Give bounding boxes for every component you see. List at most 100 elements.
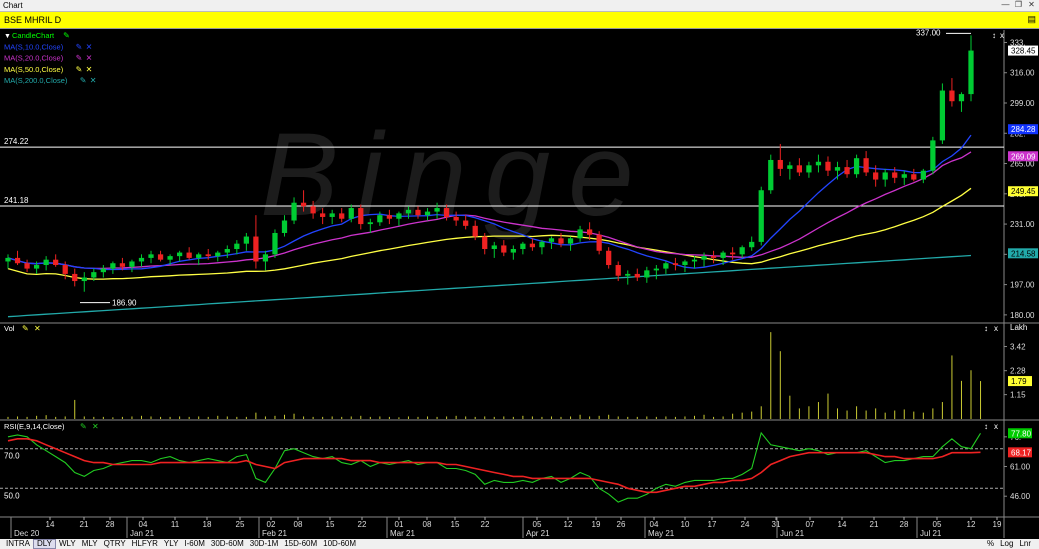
legend-collapse-icon: ▼: [4, 33, 11, 40]
x-month-label: Jul 21: [920, 529, 942, 538]
low-annotation-label: 186.90: [112, 299, 137, 308]
candle-body: [529, 243, 536, 248]
candle-body: [586, 229, 593, 235]
period-button-hlfyr[interactable]: HLFYR: [129, 539, 161, 549]
candle-body: [901, 174, 907, 178]
candle-body: [873, 172, 879, 180]
candle-body: [358, 208, 364, 225]
candle-body: [930, 140, 936, 171]
period-button-10d-60m[interactable]: 10D-60M: [320, 539, 359, 549]
scale-button-log[interactable]: Log: [997, 539, 1016, 549]
x-day-label: 04: [650, 520, 659, 529]
x-day-label: 05: [533, 520, 542, 529]
x-month-label: Jan 21: [130, 529, 155, 538]
vol-badge-label: 1.79: [1011, 377, 1027, 386]
price-level-label: 241.18: [4, 196, 29, 205]
period-button-mly[interactable]: MLY: [79, 539, 101, 549]
candle-body: [119, 263, 126, 267]
price-tick-label: 299.00: [1010, 99, 1035, 108]
x-month-label: May 21: [648, 529, 675, 538]
rsi-panel-close-icon: x: [994, 422, 998, 431]
x-day-label: 21: [80, 520, 89, 529]
legend-remove-icon: ✕: [90, 76, 97, 85]
price-tick-label: 197.00: [1010, 281, 1035, 290]
vol-tick-label: 3.42: [1010, 343, 1026, 352]
vol-unit-label: Lakh: [1010, 323, 1027, 332]
candle-body: [834, 167, 841, 171]
candle-body: [186, 252, 192, 258]
candle-body: [777, 159, 783, 169]
x-day-label: 26: [617, 520, 626, 529]
candle-body: [730, 252, 736, 255]
candle-body: [863, 158, 869, 173]
period-toolbar: INTRA DLY WLY MLY QTRY HLFYR YLY I-60M 30D-60M 30…: [0, 539, 1039, 549]
candle-body: [157, 254, 164, 260]
candle-body: [539, 241, 545, 248]
candle-body: [53, 259, 59, 266]
period-button-yly[interactable]: YLY: [161, 539, 182, 549]
legend-item-label: MA(S,200.0,Close): [4, 76, 68, 85]
scale-button-lnr[interactable]: Lnr: [1016, 539, 1034, 549]
period-button-30d-1m[interactable]: 30D-1M: [247, 539, 281, 549]
rsi-edit-icon: ✎: [80, 422, 87, 431]
candle-body: [491, 245, 497, 249]
price-tick-label: 180.00: [1010, 311, 1035, 320]
candle-body: [300, 202, 307, 207]
period-button-30d-60m[interactable]: 30D-60M: [208, 539, 247, 549]
candle-body: [682, 261, 688, 266]
candle-body: [415, 209, 421, 216]
x-day-label: 21: [870, 520, 879, 529]
candle-body: [377, 215, 383, 223]
scale-button-percent[interactable]: %: [984, 539, 997, 549]
candle-body: [672, 263, 679, 266]
candle-body: [367, 222, 373, 225]
period-button-intra[interactable]: INTRA: [3, 539, 33, 549]
x-day-label: 12: [564, 520, 573, 529]
legend-edit-icon: ✎: [76, 54, 83, 63]
x-day-label: 18: [203, 520, 212, 529]
period-button-wly[interactable]: WLY: [56, 539, 79, 549]
price-badge-label: 284.28: [1011, 125, 1036, 134]
x-day-label: 15: [326, 520, 335, 529]
candle-body: [949, 90, 955, 102]
candle-body: [844, 167, 850, 175]
price-tick-label: 316.00: [1010, 69, 1035, 78]
candle-body: [825, 161, 831, 171]
x-day-label: 14: [838, 520, 847, 529]
period-button-i-60m[interactable]: I-60M: [181, 539, 207, 549]
x-day-label: 12: [967, 520, 976, 529]
vol-remove-icon: ✕: [34, 324, 41, 333]
x-day-label: 19: [993, 520, 1002, 529]
candle-body: [701, 256, 707, 260]
rsi-level-label: 50.0: [4, 491, 20, 500]
high-annotation-label: 337.00: [916, 28, 941, 37]
legend-remove-icon: ✕: [86, 54, 93, 63]
candle-body: [129, 261, 135, 267]
candle-body: [386, 215, 393, 219]
candle-body: [482, 236, 488, 249]
candle-body: [720, 252, 726, 258]
period-button-dly[interactable]: DLY: [33, 539, 56, 549]
period-button-15d-60m[interactable]: 15D-60M: [281, 539, 320, 549]
rsi-remove-icon: ✕: [92, 422, 99, 431]
candle-body: [501, 245, 507, 253]
x-day-label: 07: [806, 520, 815, 529]
candle-body: [291, 202, 297, 221]
candle-body: [100, 268, 106, 273]
legend-edit-icon: ✎: [63, 31, 70, 40]
candle-body: [853, 158, 860, 175]
candle-body: [968, 50, 974, 95]
legend-edit-icon: ✎: [76, 42, 83, 51]
legend-item-label: MA(S,20.0,Close): [4, 54, 64, 63]
x-day-label: 10: [681, 520, 690, 529]
rsi-panel-collapse-icon: ↕: [984, 422, 988, 431]
candle-body: [596, 234, 602, 251]
candle-body: [329, 213, 335, 217]
candle-body: [62, 265, 68, 274]
candle-body: [110, 263, 116, 269]
candle-body: [520, 243, 526, 249]
chart-canvas[interactable]: Binge274.22241.18337.00186.90333.316.002…: [0, 0, 1039, 539]
candle-body: [911, 174, 917, 180]
price-badge-label: 249.45: [1011, 187, 1036, 196]
period-button-qtry[interactable]: QTRY: [101, 539, 129, 549]
